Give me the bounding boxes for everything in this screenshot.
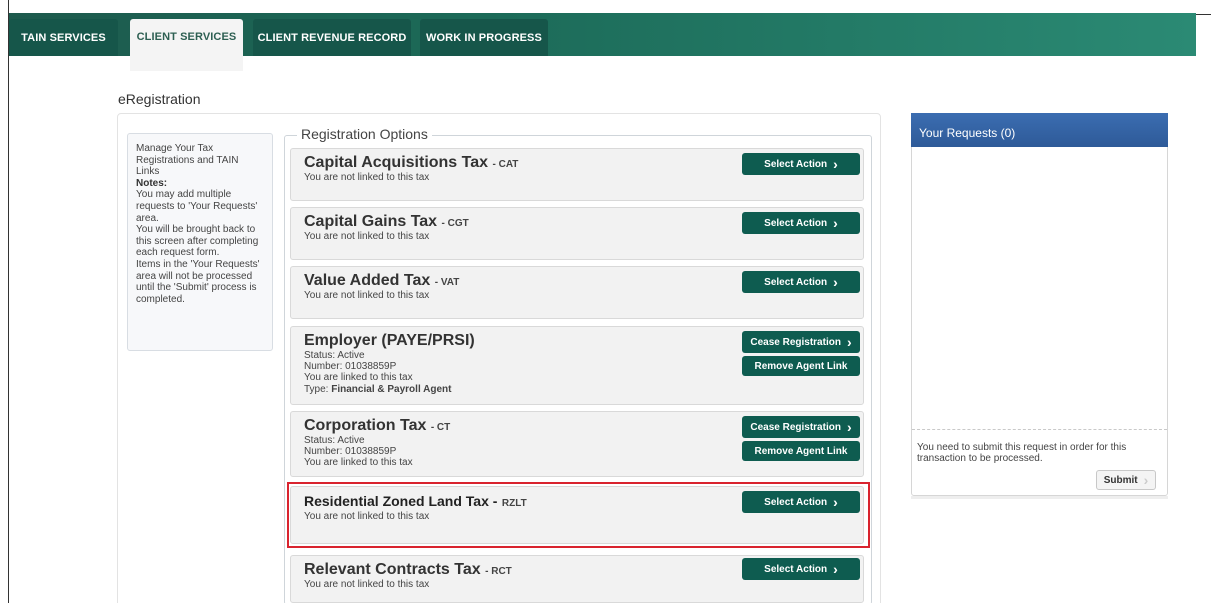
- cease-registration-button-ct[interactable]: Cease Registration ›: [742, 416, 860, 438]
- chevron-right-icon: ›: [846, 419, 852, 435]
- chevron-right-icon: ›: [833, 561, 838, 577]
- cease-registration-button-paye[interactable]: Cease Registration ›: [742, 331, 860, 353]
- help-notes-label: Notes:: [136, 177, 168, 189]
- tab-work-in-progress[interactable]: WORK IN PROGRESS: [420, 19, 548, 56]
- requests-shadow: [911, 496, 1168, 499]
- tab-label: TAIN SERVICES: [21, 31, 106, 44]
- button-label: Cease Registration: [750, 421, 841, 433]
- button-label: Cease Registration: [750, 336, 841, 348]
- button-label: Select Action: [764, 563, 828, 575]
- option-abbr: - RCT: [485, 566, 512, 577]
- highlight-box: [287, 482, 870, 548]
- option-abbr: - CAT: [492, 159, 519, 170]
- chevron-right-icon: ›: [833, 215, 838, 231]
- option-abbr: - VAT: [434, 277, 460, 288]
- select-action-button-rct[interactable]: Select Action ›: [742, 558, 860, 580]
- top-rule: [1196, 14, 1211, 15]
- requests-divider: [912, 429, 1167, 430]
- option-title: Corporation Tax: [304, 417, 427, 434]
- chevron-right-icon: ›: [1143, 472, 1149, 488]
- button-label: Select Action: [764, 158, 828, 170]
- tab-label: WORK IN PROGRESS: [426, 31, 542, 44]
- button-label: Submit: [1103, 474, 1138, 486]
- option-title: Capital Acquisitions Tax: [304, 154, 489, 171]
- option-title: Value Added Tax: [304, 272, 431, 289]
- option-type-label: Type:: [304, 383, 332, 395]
- chevron-right-icon: ›: [833, 274, 838, 290]
- help-intro: Manage Your Tax Registrations and TAIN L…: [136, 143, 239, 178]
- option-abbr: - CT: [430, 422, 451, 433]
- select-action-button-cgt[interactable]: Select Action ›: [742, 212, 860, 234]
- option-status: You are not linked to this tax: [304, 579, 430, 590]
- option-type: Type: Financial & Payroll Agent: [304, 384, 850, 395]
- requests-panel: [911, 113, 1168, 496]
- submit-button[interactable]: Submit ›: [1096, 470, 1156, 490]
- option-abbr: - CGT: [441, 218, 469, 229]
- button-label: Select Action: [764, 217, 828, 229]
- button-label: Remove Agent Link: [754, 445, 848, 457]
- help-note: Items in the 'Your Requests' area will n…: [136, 258, 260, 305]
- select-action-button-cat[interactable]: Select Action ›: [742, 153, 860, 175]
- chevron-right-icon: ›: [833, 156, 838, 172]
- chevron-right-icon: ›: [846, 334, 852, 350]
- option-type-value: Financial & Payroll Agent: [331, 383, 452, 395]
- tab-client-revenue-record[interactable]: CLIENT REVENUE RECORD: [253, 19, 411, 56]
- remove-agent-link-button-paye[interactable]: Remove Agent Link: [742, 356, 860, 376]
- help-note: You will be brought back to this screen …: [136, 224, 259, 259]
- remove-agent-link-button-ct[interactable]: Remove Agent Link: [742, 441, 860, 461]
- requests-note: You need to submit this request in order…: [917, 442, 1127, 464]
- button-label: Remove Agent Link: [754, 360, 848, 372]
- help-box: Manage Your Tax Registrations and TAIN L…: [127, 133, 273, 351]
- option-title: Employer (PAYE/PRSI): [304, 332, 475, 349]
- tab-label: CLIENT REVENUE RECORD: [257, 31, 407, 44]
- registration-options-legend: Registration Options: [297, 126, 432, 142]
- button-label: Select Action: [764, 276, 828, 288]
- help-note: You may add multiple requests to 'Your R…: [136, 189, 258, 224]
- page-title: eRegistration: [118, 91, 201, 107]
- requests-header: Your Requests (0): [911, 113, 1168, 147]
- select-action-button-vat[interactable]: Select Action ›: [742, 271, 860, 293]
- tab-tain-services[interactable]: TAIN SERVICES: [9, 19, 118, 56]
- option-title: Capital Gains Tax: [304, 213, 438, 230]
- tab-client-services[interactable]: CLIENT SERVICES: [130, 19, 243, 71]
- tab-label: CLIENT SERVICES: [136, 31, 237, 43]
- option-title: Relevant Contracts Tax: [304, 561, 481, 578]
